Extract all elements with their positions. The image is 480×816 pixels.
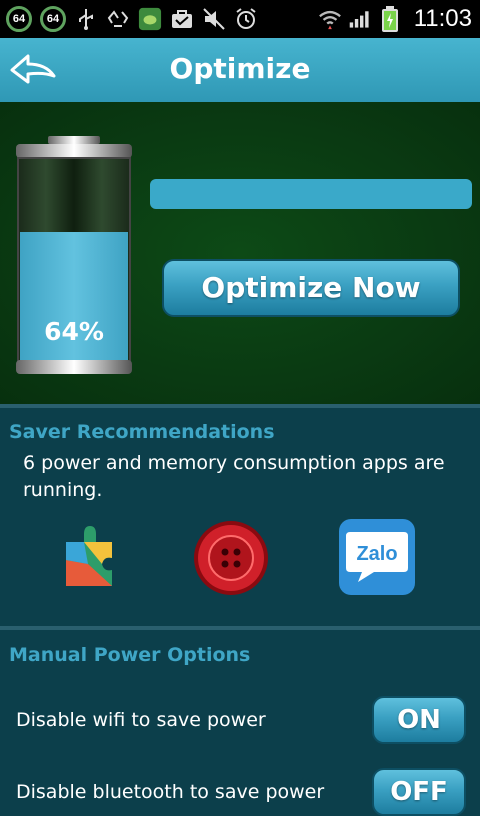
alarm-icon — [234, 7, 258, 31]
manual-heading: Manual Power Options — [9, 644, 251, 666]
battery-percent: 64% — [44, 317, 104, 346]
red-button-app-icon[interactable] — [192, 520, 270, 600]
saver-description: 6 power and memory consumption apps are … — [23, 452, 445, 501]
app-icon — [138, 7, 162, 31]
notification-badge-1: 64 — [6, 6, 32, 32]
optimize-now-button[interactable]: Optimize Now — [162, 259, 460, 317]
section-divider — [0, 626, 480, 630]
bluetooth-toggle[interactable]: OFF — [372, 768, 466, 816]
optimize-progress-bar — [150, 179, 472, 209]
wifi-toggle[interactable]: ON — [372, 696, 466, 744]
page-title: Optimize — [169, 52, 311, 85]
section-divider — [0, 404, 480, 408]
recycle-icon — [106, 7, 130, 31]
battery-charging-icon — [378, 6, 402, 32]
battery-panel: 64% Optimize Now — [0, 102, 480, 404]
notification-badge-2: 64 — [40, 6, 66, 32]
clock: 11:03 — [413, 5, 472, 32]
status-left: 64 64 — [6, 4, 258, 34]
title-bar: Optimize — [0, 38, 480, 102]
wifi-icon — [318, 7, 342, 31]
zalo-icon[interactable]: Zalo — [338, 518, 416, 596]
usb-icon — [74, 7, 98, 31]
briefcase-icon — [170, 7, 194, 31]
svg-text:Zalo: Zalo — [356, 543, 397, 565]
wifi-option-label: Disable wifi to save power — [16, 709, 266, 731]
signal-icon — [348, 7, 372, 31]
status-right: 11:03 — [318, 4, 472, 34]
google-play-services-icon[interactable] — [58, 520, 118, 596]
status-bar: 64 64 11:03 — [0, 0, 480, 38]
mute-icon — [202, 7, 226, 31]
saver-heading: Saver Recommendations — [9, 421, 275, 443]
